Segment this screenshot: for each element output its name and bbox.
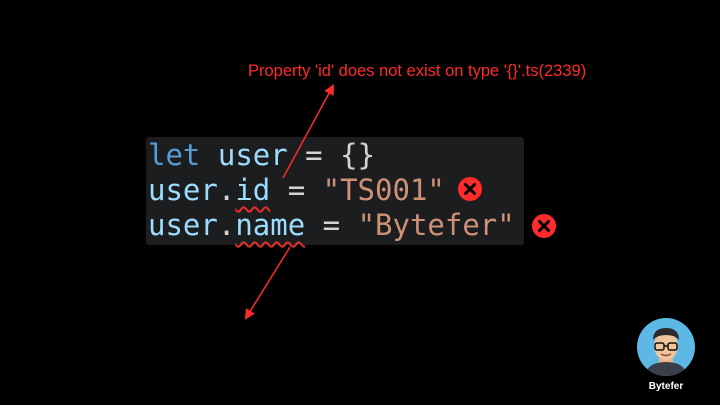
avatar-icon (637, 318, 695, 376)
arrow-to-top-annotation (282, 84, 335, 179)
brand-name: Bytefer (648, 381, 684, 392)
arrow-to-bottom-annotation (244, 246, 291, 320)
annotation-arrows (244, 84, 335, 320)
